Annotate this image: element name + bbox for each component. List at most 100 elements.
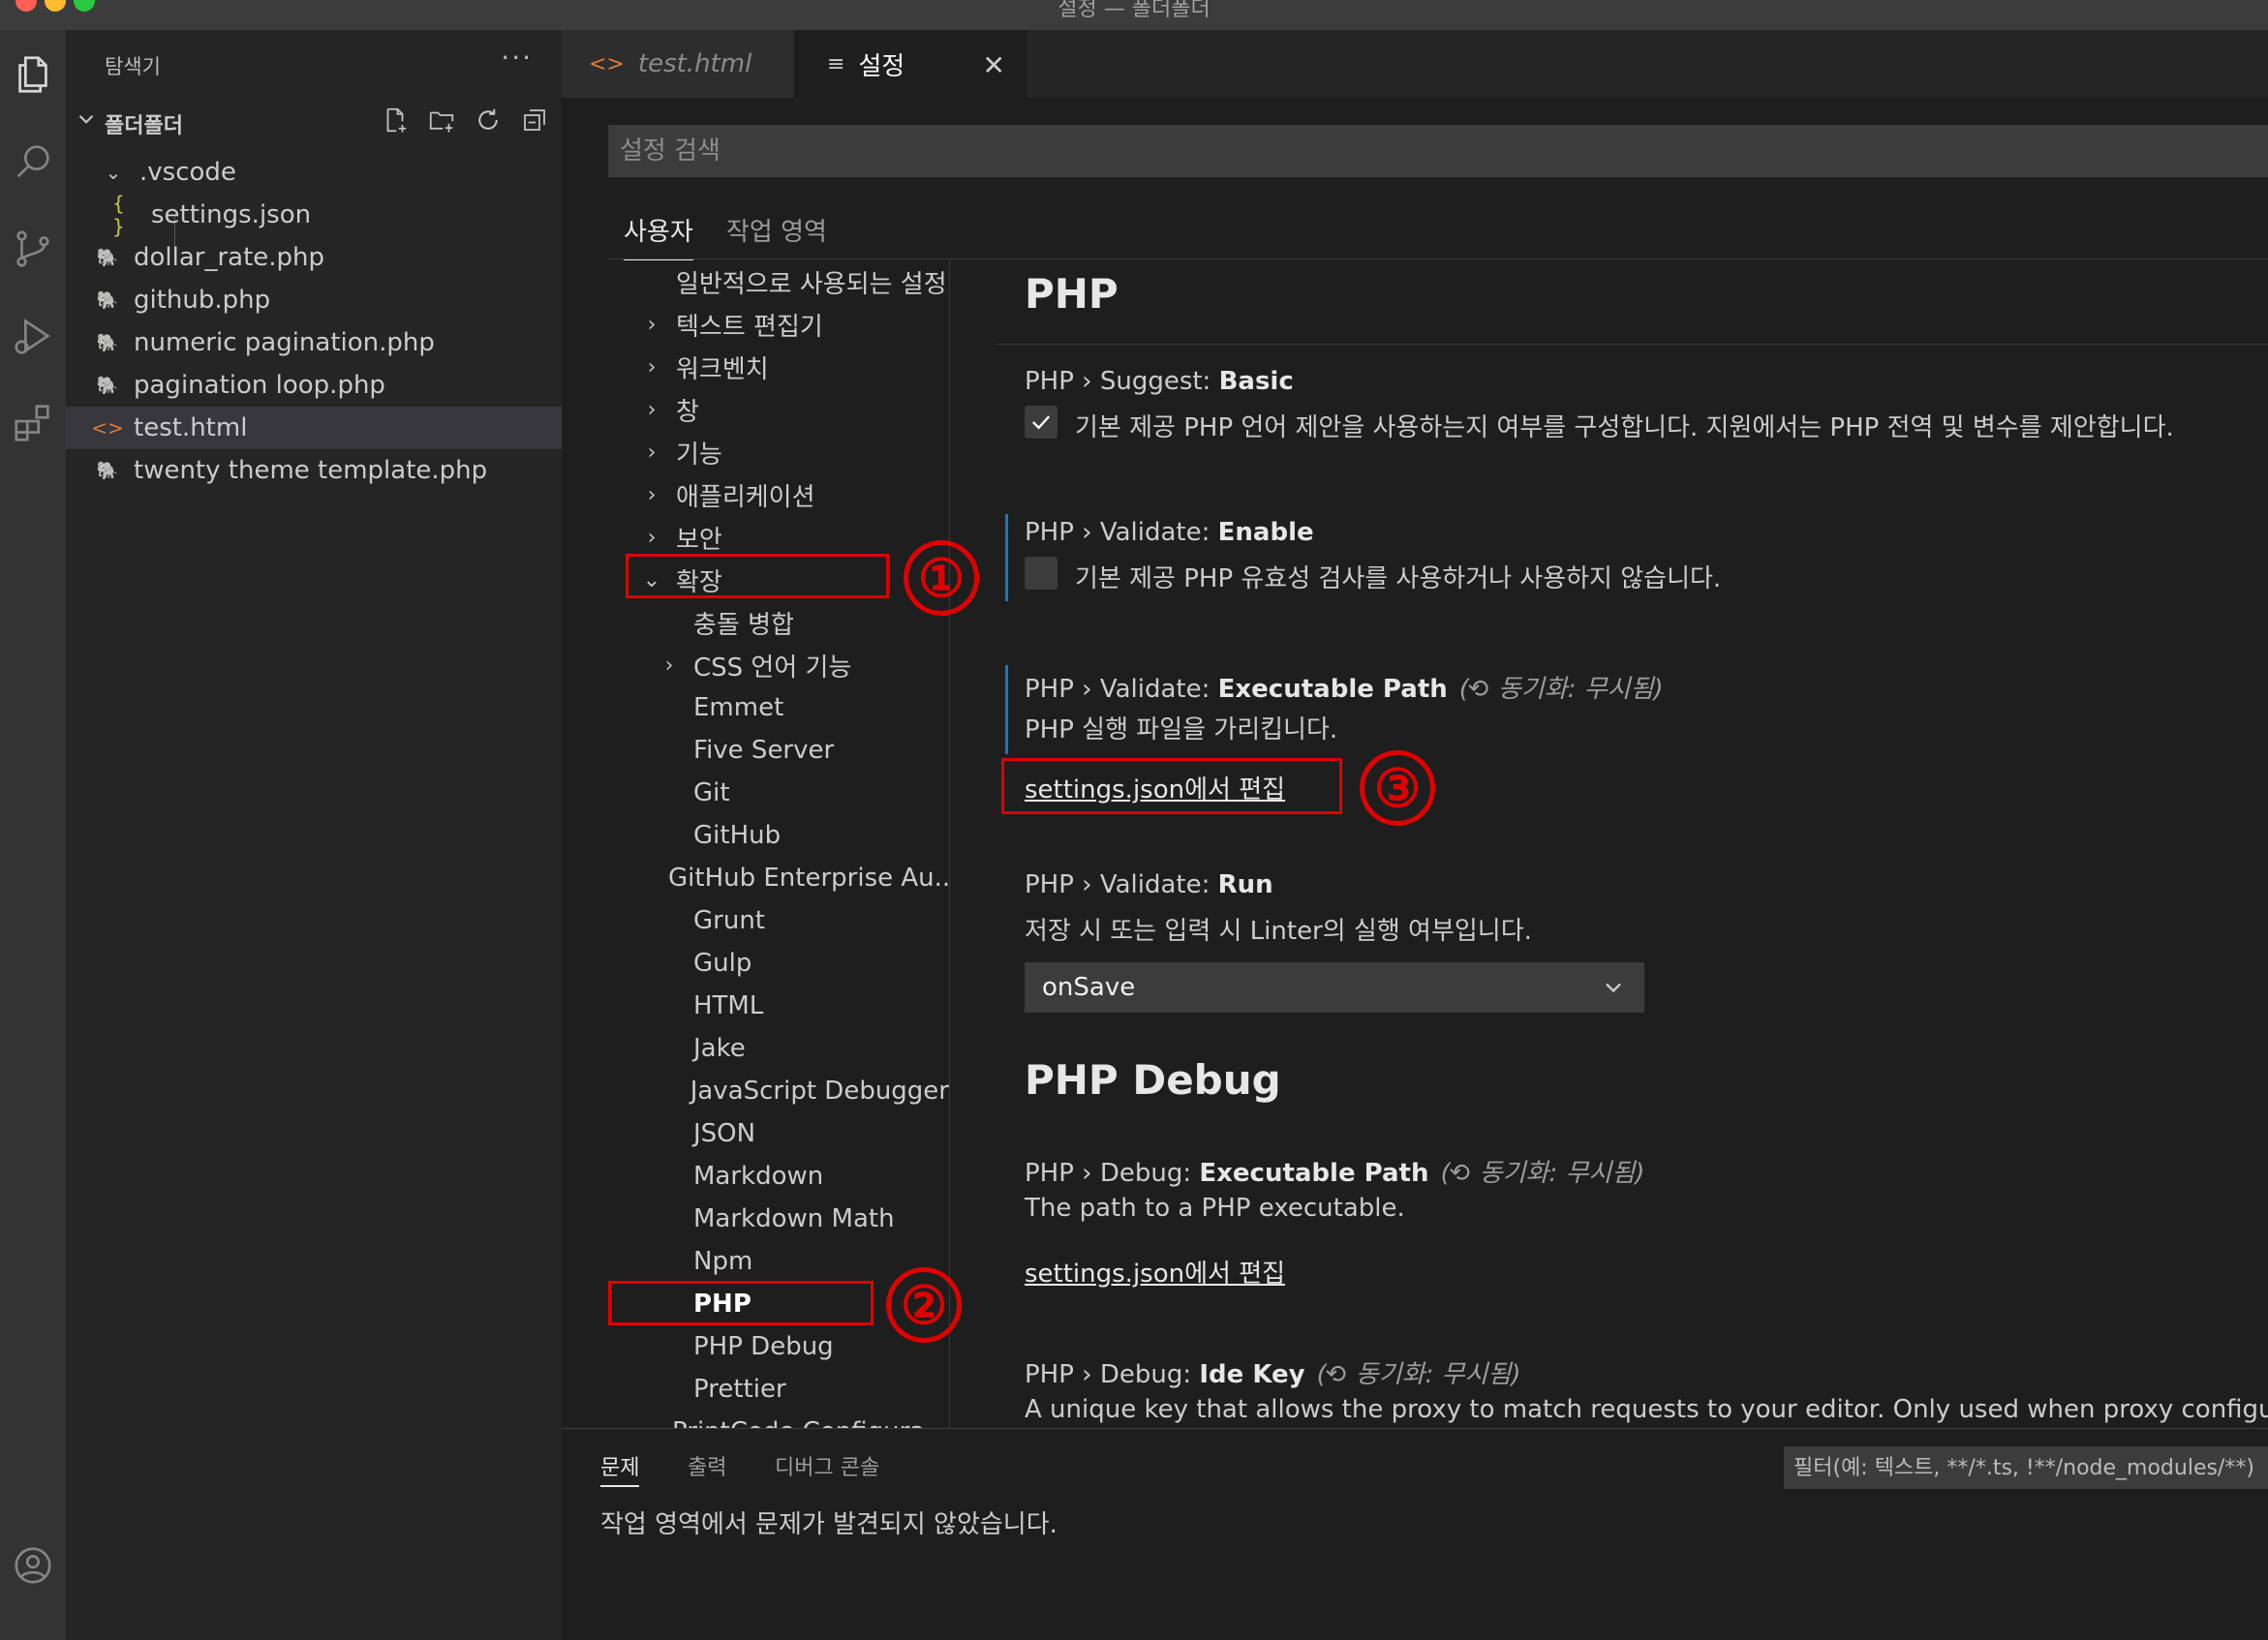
chevron-icon: › [664, 653, 674, 678]
toc-item[interactable]: Five Server [608, 729, 949, 772]
suggest-basic-checkbox[interactable] [1025, 406, 1057, 439]
activity-bar [0, 30, 66, 1640]
toc-item[interactable]: JSON [608, 1112, 949, 1155]
tree-item-numeric-pagination[interactable]: 🐘 numeric pagination.php [66, 321, 562, 364]
tree-item-github[interactable]: 🐘 github.php [66, 279, 562, 321]
toc-item[interactable]: Markdown [608, 1155, 949, 1198]
tab-workspace-scope[interactable]: 작업 영역 [726, 212, 827, 260]
new-file-icon[interactable] [380, 105, 411, 136]
sync-ignored-label: (⟲ 동기화: 무시됨) [1440, 1159, 1645, 1188]
toc-item[interactable]: HTML [608, 985, 949, 1027]
tree-item-label: settings.json [151, 200, 312, 229]
setting-prefix: PHP › Debug: [1025, 1159, 1200, 1188]
chevron-down-icon: ⌄ [105, 161, 122, 184]
explorer-sidebar: 탐색기 ··· 폴더폴더 ⌄ .vscode { } settings.json… [66, 30, 562, 1640]
toc-item-label: 창 [676, 397, 699, 427]
toc-item[interactable]: › 애플리케이션 [608, 473, 949, 516]
toc-item-label: 기능 [676, 440, 722, 470]
toc-divider [949, 260, 950, 1428]
toc-item[interactable]: PrintCode Configura... [608, 1411, 949, 1428]
setting-title-validate-exec: PHP › Validate: Executable Path (⟲ 동기화: 무… [1025, 669, 1664, 705]
search-icon[interactable] [0, 127, 66, 197]
tree-item-label: github.php [134, 286, 271, 315]
source-control-icon[interactable] [0, 214, 66, 284]
tab-problems[interactable]: 문제 [600, 1450, 640, 1487]
settings-search-input[interactable] [608, 125, 2268, 177]
annotation-box-2 [608, 1281, 873, 1325]
php-elephant-icon: 🐘 [96, 375, 119, 396]
tab-user-scope[interactable]: 사용자 [624, 212, 693, 260]
collapse-all-icon[interactable] [519, 105, 550, 136]
new-folder-icon[interactable] [426, 105, 457, 136]
account-icon[interactable] [0, 1531, 66, 1600]
tab-output[interactable]: 출력 [688, 1450, 726, 1487]
toc-item[interactable]: 충돌 병합 [608, 601, 949, 644]
html-file-icon: <> [91, 416, 124, 440]
modified-indicator [1005, 514, 1008, 601]
debug-exec-description: The path to a PHP executable. [1025, 1194, 1405, 1223]
toc-item[interactable]: › 워크벤치 [608, 346, 949, 388]
html-file-icon: <> [589, 51, 625, 76]
close-icon[interactable]: ✕ [983, 49, 1005, 81]
section-title-php: PHP [1025, 270, 1119, 318]
window-title: 설정 — 폴더폴더 [1057, 0, 1211, 21]
edit-in-settings-json-link[interactable]: settings.json에서 편집 [1025, 1254, 1285, 1290]
toc-item[interactable]: Grunt [608, 899, 949, 942]
problems-filter[interactable] [1784, 1446, 2268, 1489]
chevron-icon: › [647, 440, 657, 465]
refresh-icon[interactable] [473, 105, 504, 136]
toc-item[interactable]: › CSS 언어 기능 [608, 644, 949, 686]
toc-item[interactable]: 일반적으로 사용되는 설정 [608, 260, 949, 303]
toc-item[interactable]: JavaScript Debugger [608, 1070, 949, 1112]
toc-item[interactable]: GitHub Enterprise Au... [608, 857, 949, 899]
tree-item-test-html[interactable]: <> test.html [66, 407, 562, 449]
bottom-panel: 문제 출력 디버그 콘솔 작업 영역에서 문제가 발견되지 않았습니다. [562, 1428, 2268, 1640]
toc-item[interactable]: Git [608, 772, 949, 814]
tab-test-html[interactable]: <> test.html [562, 30, 794, 98]
sync-ignored-label: (⟲ 동기화: 무시됨) [1316, 1360, 1521, 1389]
toc-item[interactable]: › 텍스트 편집기 [608, 303, 949, 346]
toc-item[interactable]: Gulp [608, 942, 949, 985]
toc-item[interactable]: › 기능 [608, 431, 949, 473]
tab-settings[interactable]: ≡ 설정 ✕ [794, 30, 1027, 98]
more-actions-button[interactable]: ··· [501, 42, 533, 74]
tree-item-twenty-theme[interactable]: 🐘 twenty theme template.php [66, 449, 562, 492]
toc-item-label: Markdown Math [693, 1204, 895, 1233]
tree-item-settings-json[interactable]: { } settings.json [66, 192, 562, 238]
tree-item-vscode-folder[interactable]: ⌄ .vscode [66, 151, 562, 194]
extensions-icon[interactable] [0, 388, 66, 458]
section-title-php-debug: PHP Debug [1025, 1056, 1281, 1104]
tree-item-label: dollar_rate.php [134, 243, 325, 272]
setting-name: Executable Path [1217, 675, 1448, 704]
toc-item[interactable]: › 보안 [608, 516, 949, 559]
debug-ide-key-description: A unique key that allows the proxy to ma… [1025, 1395, 2268, 1424]
toc-item-label: JSON [693, 1119, 756, 1148]
explorer-actions [380, 105, 550, 136]
toc-item[interactable]: Prettier [608, 1368, 949, 1411]
toc-item-label: 일반적으로 사용되는 설정 [676, 269, 947, 299]
toc-item[interactable]: Jake [608, 1027, 949, 1070]
tab-label: 설정 [858, 51, 905, 81]
toc-item[interactable]: Emmet [608, 686, 949, 729]
toc-item[interactable]: › 창 [608, 388, 949, 431]
chevron-icon: › [647, 397, 657, 422]
files-icon[interactable] [0, 40, 66, 109]
chevron-icon: › [647, 482, 657, 507]
validate-enable-checkbox[interactable] [1025, 557, 1057, 590]
tree-item-dollar-rate[interactable]: 🐘 dollar_rate.php [66, 236, 562, 279]
tree-item-pagination-loop[interactable]: 🐘 pagination loop.php [66, 364, 562, 407]
tree-item-label: twenty theme template.php [134, 456, 488, 485]
validate-run-select[interactable]: onSave [1025, 962, 1644, 1013]
modified-indicator [1005, 665, 1008, 754]
tab-debug-console[interactable]: 디버그 콘솔 [775, 1450, 879, 1487]
run-debug-icon[interactable] [0, 301, 66, 371]
setting-title-validate-run: PHP › Validate: Run [1025, 870, 1273, 899]
settings-list-icon: ≡ [827, 51, 845, 76]
toc-item[interactable]: Markdown Math [608, 1198, 949, 1240]
toc-item[interactable]: GitHub [608, 814, 949, 857]
workspace-folder-header[interactable]: 폴더폴더 [66, 103, 562, 141]
settings-search[interactable] [608, 125, 2268, 177]
toc-item-label: Grunt [693, 906, 765, 935]
setting-title-suggest-basic: PHP › Suggest: Basic [1025, 367, 1294, 396]
problems-filter-input[interactable] [1784, 1446, 2268, 1489]
